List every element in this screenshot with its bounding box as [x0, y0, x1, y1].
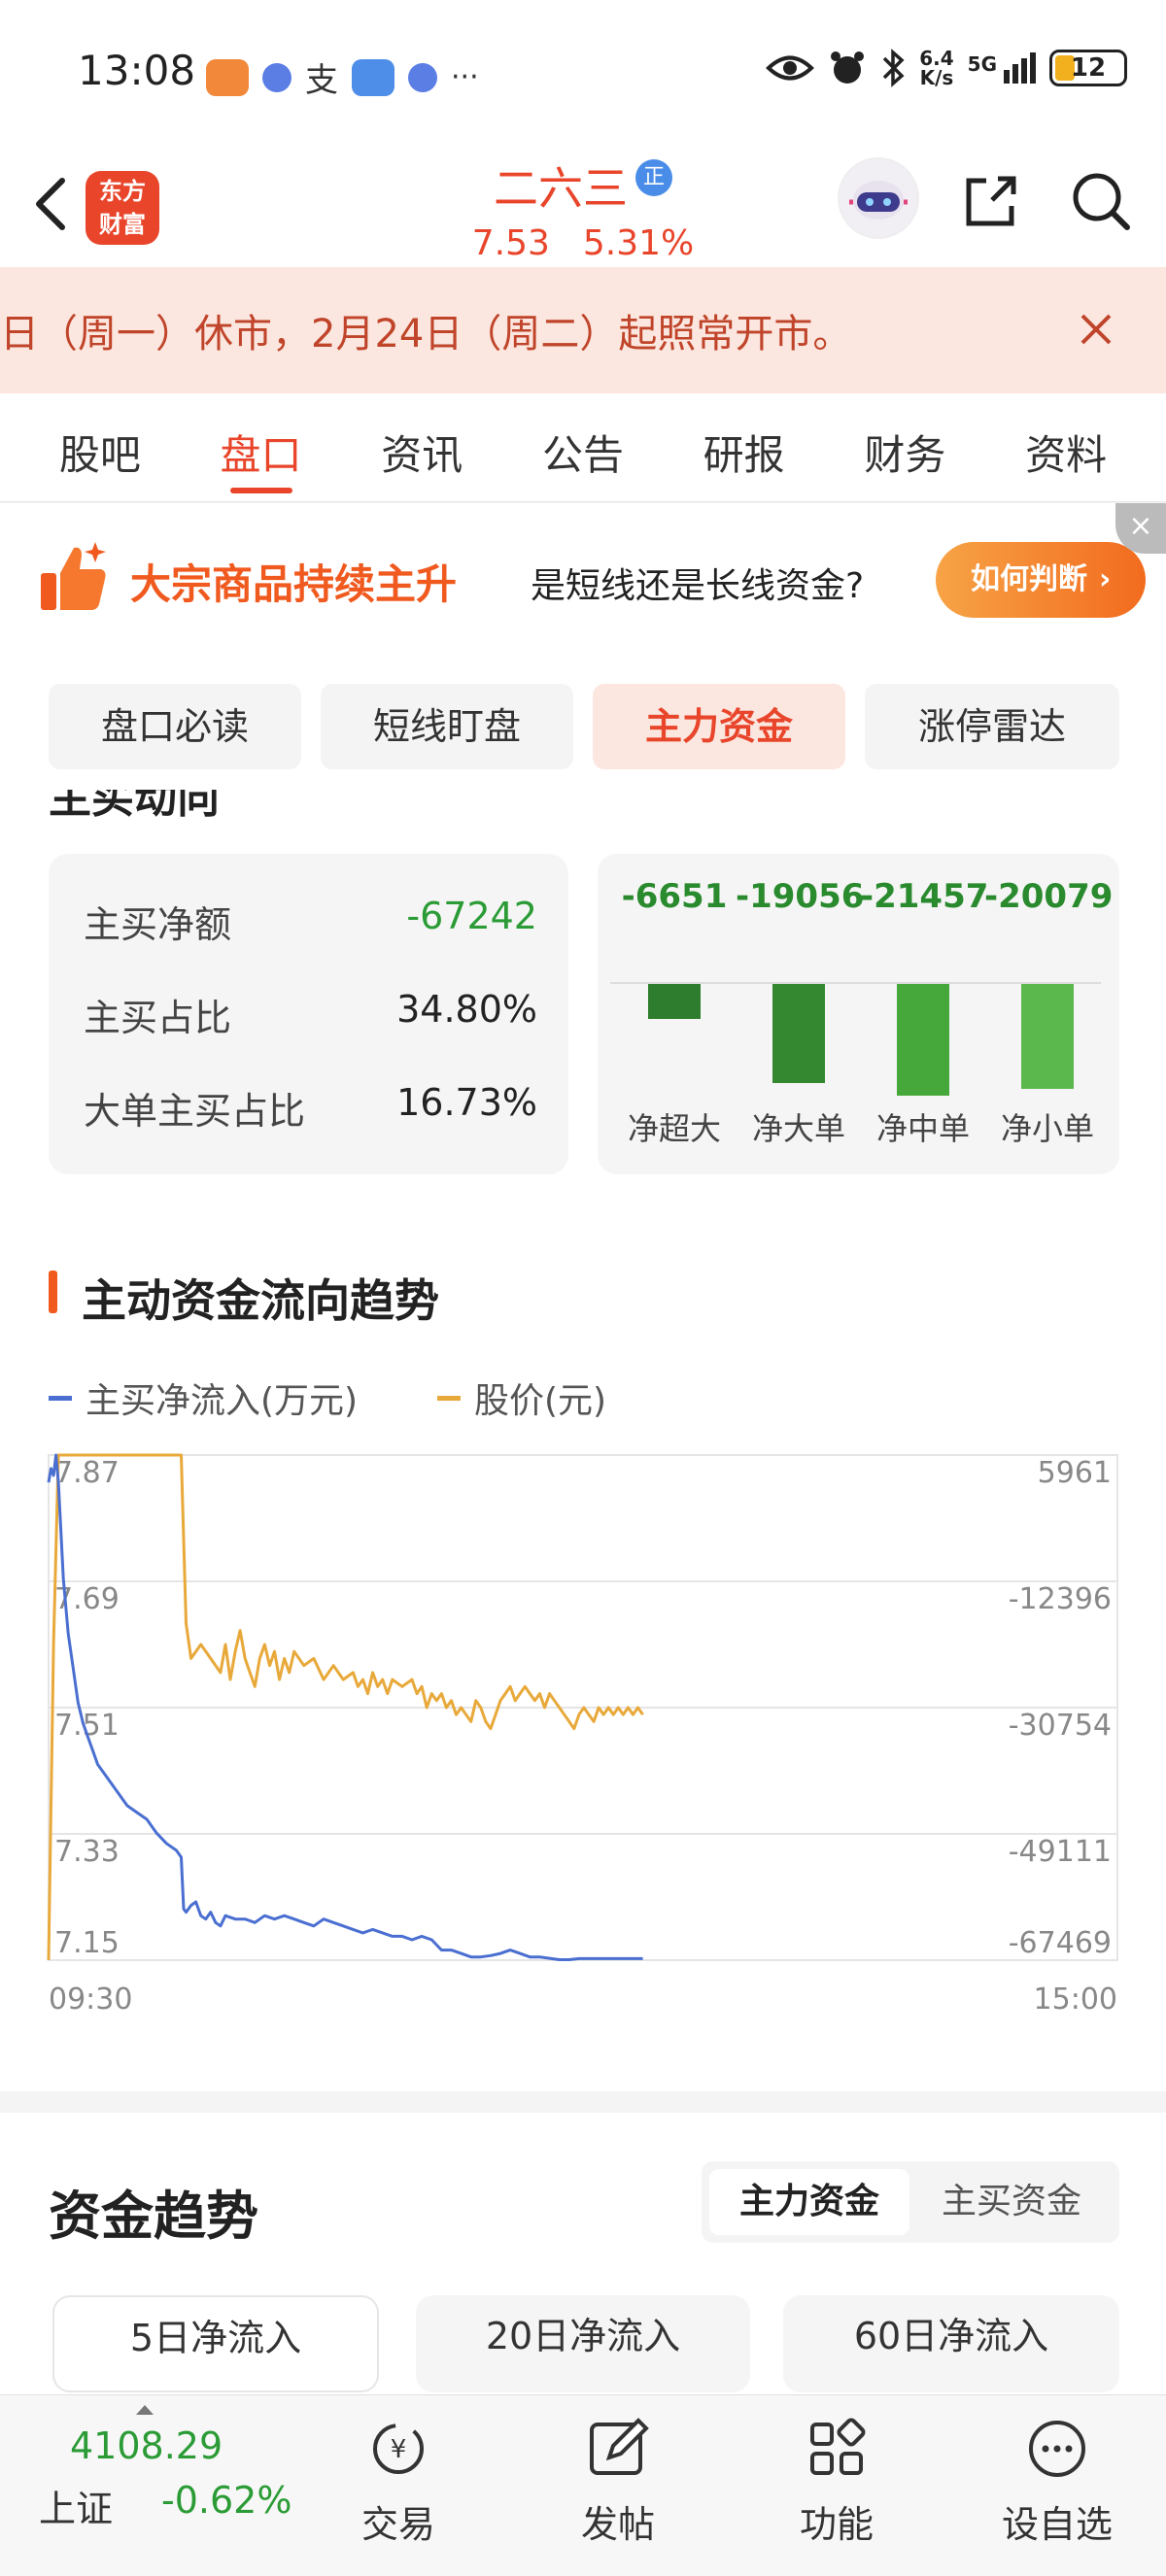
main-tabs: 股吧 盘口 资讯 公告 研报 财务 资料 — [0, 393, 1166, 502]
banner-headline: 大宗商品持续主升 — [130, 560, 458, 608]
status-bar: 13:08 支 ··· 6.4 K/s 5G 12 — [0, 0, 1166, 146]
alipay-icon: 支 — [305, 61, 338, 100]
subtab-limit-up-radar[interactable]: 涨停雷达 — [865, 684, 1119, 769]
x-tick-start: 09:30 — [49, 1983, 132, 2017]
right-tick-label: -12396 — [1009, 1582, 1112, 1616]
index-change[interactable]: -0.62% — [161, 2479, 292, 2522]
trade-icon: ¥ — [373, 2423, 424, 2474]
index-value[interactable]: 4108.29 — [70, 2424, 223, 2467]
system-icons: 6.4 K/s 5G 12 — [766, 49, 1127, 87]
pankou-subtabs: 盘口必读 短线盯盘 主力资金 涨停雷达 — [0, 649, 1166, 790]
index-name[interactable]: 上证 — [39, 2479, 113, 2532]
stock-price: 7.53 — [471, 223, 550, 263]
thumbs-up-icon — [41, 542, 106, 610]
eye-icon — [766, 55, 815, 81]
more-notifications-icon: ··· — [451, 60, 479, 94]
x-tick-end: 15:00 — [1034, 1983, 1117, 2017]
share-icon[interactable] — [957, 167, 1025, 235]
right-tick-label: -67469 — [1009, 1926, 1112, 1960]
svg-text:¥: ¥ — [391, 2435, 407, 2464]
period-20d[interactable]: 20日净流入 — [416, 2295, 750, 2392]
robot-assistant-icon[interactable] — [838, 157, 919, 239]
banner-subline: 是短线还是长线资金? — [531, 566, 865, 606]
tab-news[interactable]: 资讯 — [381, 393, 463, 501]
left-tick-label: 7.33 — [54, 1835, 120, 1869]
status-time: 13:08 — [78, 47, 196, 94]
toggle-main-funds[interactable]: 主力资金 — [709, 2169, 909, 2235]
period-5d[interactable]: 5日净流入 — [52, 2295, 379, 2392]
fund-flow-trend-chart: 7.877.697.517.337.155961-12396-30754-491… — [47, 1453, 1118, 2017]
left-tick-label: 7.15 — [54, 1926, 120, 1960]
post-button[interactable]: 发帖 — [550, 2415, 686, 2548]
section-divider — [0, 2091, 1166, 2113]
index-expand-icon[interactable] — [136, 2405, 154, 2415]
close-icon[interactable] — [1075, 308, 1117, 351]
bottom-toolbar: 4108.29 上证 -0.62% ¥ 交易 发帖 功能 设自选 — [0, 2394, 1166, 2576]
trade-button[interactable]: ¥ 交易 — [330, 2415, 466, 2548]
tab-pankou[interactable]: 盘口 — [221, 393, 302, 501]
browser-app-icon-2 — [408, 62, 437, 92]
notification-icons: 支 ··· — [206, 53, 479, 101]
apps-button[interactable]: 功能 — [769, 2415, 905, 2548]
fund-type-toggle: 主力资金 主买资金 — [702, 2161, 1119, 2243]
left-tick-label: 7.87 — [54, 1456, 120, 1490]
heart-app-icon — [206, 58, 249, 96]
subtab-main-funds[interactable]: 主力资金 — [593, 684, 845, 769]
fund-trend-title: 资金趋势 — [49, 2186, 258, 2247]
apps-icon — [810, 2418, 866, 2475]
toggle-main-buy-funds[interactable]: 主买资金 — [911, 2169, 1112, 2235]
banner-cta-button[interactable]: 如何判断 › — [936, 542, 1146, 618]
alarm-icon — [831, 51, 865, 84]
more-icon — [1029, 2421, 1085, 2477]
search-icon[interactable] — [1067, 167, 1135, 235]
add-watchlist-button[interactable]: 设自选 — [989, 2415, 1125, 2548]
post-icon — [590, 2418, 649, 2475]
right-tick-label: 5961 — [1038, 1456, 1112, 1490]
bluetooth-icon — [882, 49, 905, 87]
subtab-must-read[interactable]: 盘口必读 — [49, 684, 301, 769]
right-tick-label: -49111 — [1009, 1835, 1112, 1869]
main-funds-panel: 主买动向 主买净额 -67242 主买占比 34.80% 大单主买占比 16.7… — [0, 790, 1166, 2091]
tab-profile[interactable]: 资料 — [1025, 393, 1107, 501]
weather-app-icon — [352, 58, 394, 96]
signal-indicator: 5G — [968, 52, 1036, 84]
stock-name: 二六三 — [494, 162, 628, 215]
battery-indicator: 12 — [1049, 50, 1127, 86]
stock-badge: 正 — [635, 159, 672, 196]
tab-announcements[interactable]: 公告 — [542, 393, 624, 501]
stock-header: 东方 财富 二六三正 7.53 5.31% — [0, 146, 1166, 267]
market-notice-bar: 日（周一）休市，2月24日（周二）起照常开市。 — [0, 267, 1166, 393]
tab-finance[interactable]: 财务 — [864, 393, 945, 501]
right-tick-label: -30754 — [1009, 1709, 1112, 1743]
notice-text: 日（周一）休市，2月24日（周二）起照常开市。 — [0, 312, 852, 356]
tab-research[interactable]: 研报 — [703, 393, 785, 501]
promo-banner[interactable]: 大宗商品持续主升 是短线还是长线资金? 如何判断 › × — [0, 503, 1166, 649]
subtab-short-term[interactable]: 短线盯盘 — [321, 684, 573, 769]
tab-guba[interactable]: 股吧 — [59, 393, 141, 501]
net-speed: 6.4 K/s — [919, 47, 954, 89]
period-60d[interactable]: 60日净流入 — [783, 2295, 1119, 2392]
browser-app-icon — [262, 62, 292, 92]
fund-trend-section: 资金趋势 主力资金 主买资金 5日净流入 20日净流入 60日净流入 — [0, 2113, 1166, 2394]
stock-change: 5.31% — [582, 223, 695, 263]
